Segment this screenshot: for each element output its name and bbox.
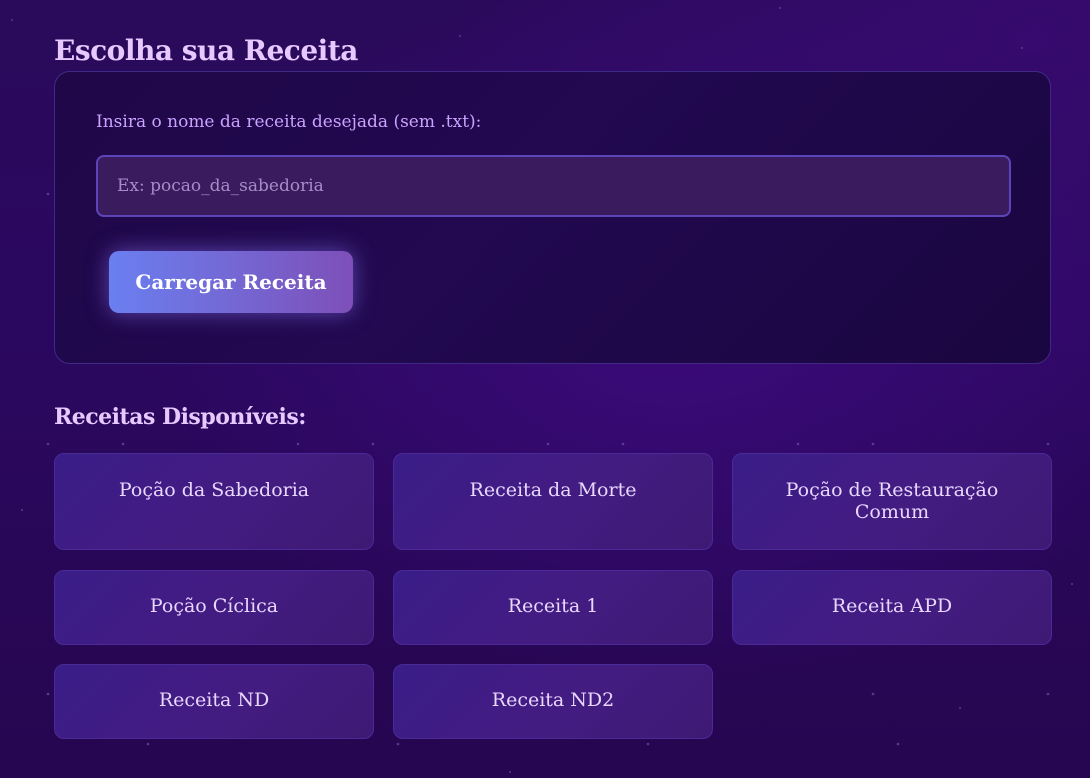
recipe-card-receita-apd[interactable]: Receita APD (732, 570, 1052, 645)
recipe-name-label: Insira o nome da receita desejada (sem .… (96, 112, 482, 132)
page-title: Escolha sua Receita (54, 34, 358, 67)
recipe-card-pocao-ciclica[interactable]: Poção Cíclica (54, 570, 374, 645)
recipe-form-panel: Insira o nome da receita desejada (sem .… (54, 71, 1051, 364)
recipe-card-pocao-de-restauracao-comum[interactable]: Poção de Restauração Comum (732, 453, 1052, 550)
available-recipes-title: Receitas Disponíveis: (54, 404, 306, 430)
recipe-card-receita-1[interactable]: Receita 1 (393, 570, 713, 645)
recipe-card-receita-nd2[interactable]: Receita ND2 (393, 664, 713, 739)
recipe-card-receita-nd[interactable]: Receita ND (54, 664, 374, 739)
recipe-name-input[interactable] (96, 155, 1011, 217)
load-recipe-button[interactable]: Carregar Receita (109, 251, 353, 313)
recipe-card-pocao-da-sabedoria[interactable]: Poção da Sabedoria (54, 453, 374, 550)
recipe-card-receita-da-morte[interactable]: Receita da Morte (393, 453, 713, 550)
